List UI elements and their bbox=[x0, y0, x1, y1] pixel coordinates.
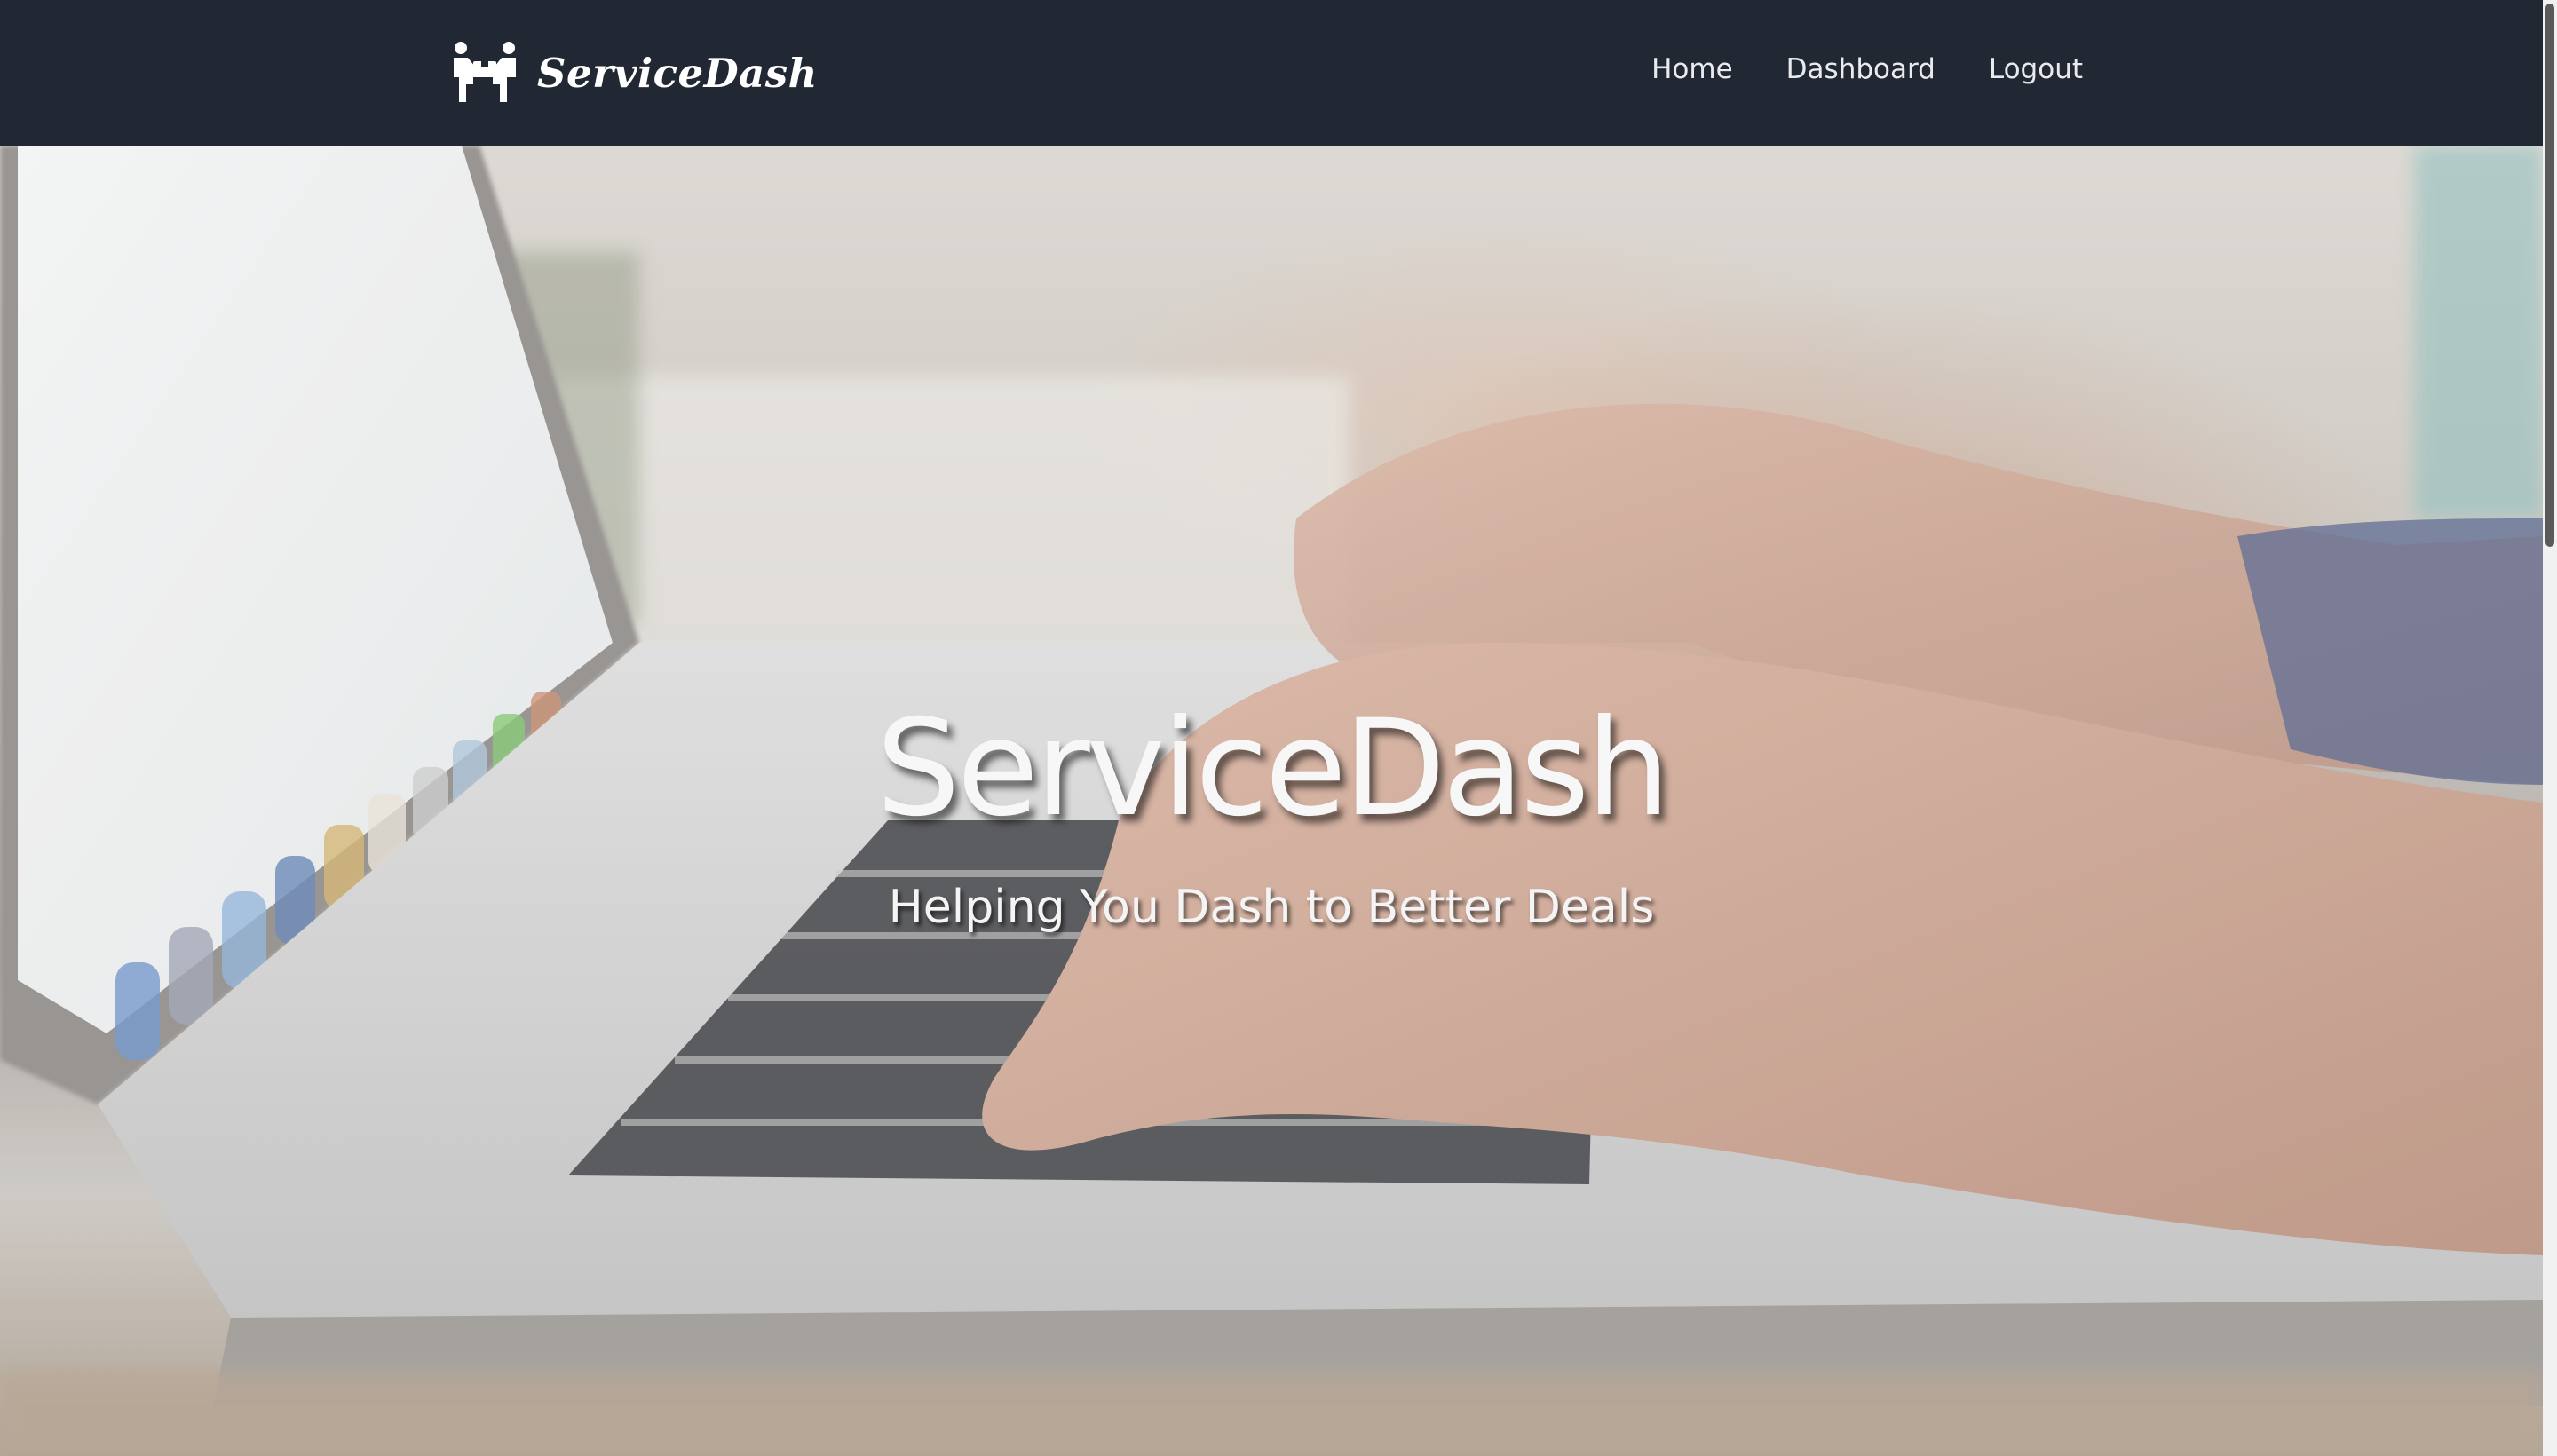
people-carrying-box-icon bbox=[454, 42, 516, 102]
top-navbar: ServiceDash Home Dashboard Logout bbox=[0, 0, 2557, 146]
brand-link[interactable]: ServiceDash bbox=[448, 41, 818, 105]
nav-links: Home Dashboard Logout bbox=[1651, 43, 2083, 96]
nav-link-logout[interactable]: Logout bbox=[1989, 53, 2083, 85]
hero-section: ServiceDash Helping You Dash to Better D… bbox=[0, 146, 2543, 1456]
page-scrollbar[interactable] bbox=[2543, 0, 2557, 1456]
hero-subtitle: Helping You Dash to Better Deals bbox=[888, 881, 1655, 934]
brand-name: ServiceDash bbox=[537, 49, 818, 97]
hero-title: ServiceDash bbox=[875, 692, 1670, 846]
nav-link-home[interactable]: Home bbox=[1651, 53, 1733, 85]
scrollbar-thumb[interactable] bbox=[2545, 4, 2554, 547]
nav-link-dashboard[interactable]: Dashboard bbox=[1786, 53, 1936, 85]
